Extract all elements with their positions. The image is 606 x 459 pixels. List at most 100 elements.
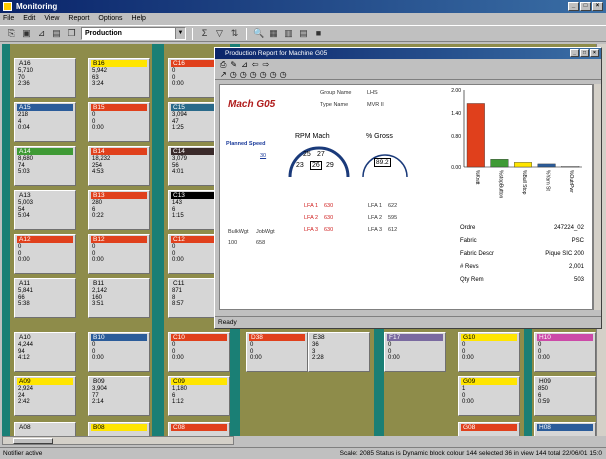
- menu-edit[interactable]: Edit: [23, 13, 35, 24]
- clock-icon-5[interactable]: ◷: [270, 69, 277, 79]
- machine-tile[interactable]: A08: [14, 422, 76, 436]
- machine-tile[interactable]: B08: [88, 422, 150, 436]
- edit-icon[interactable]: ✎: [230, 60, 237, 69]
- copy-icon[interactable]: ❐: [66, 28, 77, 39]
- machine-tile[interactable]: H08: [534, 422, 596, 436]
- machine-tile[interactable]: B09 3,904 77 2:14: [88, 376, 150, 416]
- order-field-value: 2,001: [568, 264, 584, 270]
- machine-stat: 1:12: [172, 399, 184, 405]
- machine-tile[interactable]: G09 1 0 0:00: [458, 376, 520, 416]
- machine-tile[interactable]: B13 280 6 0:22: [88, 190, 150, 230]
- report-maximize-button[interactable]: □: [580, 49, 589, 57]
- minimize-button[interactable]: _: [568, 2, 579, 11]
- machine-stat: 5:04: [18, 213, 30, 219]
- machine-tile[interactable]: A11 5,841 66 5:38: [14, 278, 76, 318]
- filter-icon[interactable]: ▽: [214, 28, 225, 39]
- clock-icon-2[interactable]: ◷: [240, 69, 247, 79]
- order-field-value: 247224_02: [553, 225, 584, 231]
- forward-icon[interactable]: ⇨: [263, 60, 270, 69]
- menu-options[interactable]: Options: [98, 13, 122, 24]
- zoom-icon[interactable]: 🔍: [253, 28, 264, 39]
- aisle: [2, 44, 10, 436]
- chevron-down-icon: ▼: [175, 28, 185, 39]
- machine-tile[interactable]: E38 36 3 2:28: [308, 332, 370, 372]
- menu-view[interactable]: View: [44, 13, 59, 24]
- machine-tile[interactable]: C09 1,180 6 1:12: [168, 376, 230, 416]
- menu-report[interactable]: Report: [68, 13, 89, 24]
- machine-tile[interactable]: B11 2,142 160 3:51: [88, 278, 150, 318]
- report-minimize-button[interactable]: _: [570, 49, 579, 57]
- clock-icon-3[interactable]: ◷: [250, 69, 257, 79]
- title-bar: Monitoring _ □ ×: [0, 0, 606, 13]
- machine-tile[interactable]: F17 0 0 0:00: [384, 332, 446, 372]
- machine-id: B13: [91, 192, 147, 199]
- chart-icon[interactable]: ⊿: [36, 28, 47, 39]
- report-close-button[interactable]: ×: [590, 49, 599, 57]
- machine-tile[interactable]: B10 0 0 0:00: [88, 332, 150, 372]
- machine-id: C10: [171, 334, 227, 341]
- machine-tile[interactable]: C10 0 0 0:00: [168, 332, 230, 372]
- sum-icon[interactable]: Σ: [199, 28, 210, 39]
- production-report-window: Production Report for Machine G05 _ □ × …: [214, 47, 602, 329]
- planned-speed-label: Planned Speed: [226, 141, 266, 147]
- open-icon[interactable]: ⎘: [6, 28, 17, 39]
- app-icon: [3, 2, 12, 11]
- lfa-actual-label: LFA 2: [368, 215, 383, 221]
- close-button[interactable]: ×: [592, 2, 603, 11]
- machine-tile[interactable]: A09 2,924 24 2:42: [14, 376, 76, 416]
- machine-tile[interactable]: A14 8,680 74 5:03: [14, 146, 76, 186]
- horizontal-scrollbar[interactable]: [2, 436, 234, 445]
- chart-icon[interactable]: ⊿: [241, 60, 248, 69]
- machine-id: H08: [537, 424, 593, 431]
- machine-tile[interactable]: A13 5,003 54 5:04: [14, 190, 76, 230]
- view-selector[interactable]: Production ▼: [81, 27, 186, 40]
- machine-tile[interactable]: D38 0 0 0:00: [246, 332, 308, 372]
- block-icon[interactable]: ■: [313, 28, 324, 39]
- back-icon[interactable]: ⇦: [252, 60, 259, 69]
- lfa-actual-value: 595: [388, 215, 398, 221]
- machine-stat: 2:28: [312, 355, 324, 361]
- print-icon[interactable]: ▤: [51, 28, 62, 39]
- window-title: Monitoring: [16, 2, 58, 11]
- machine-id: F17: [387, 334, 443, 341]
- bar: [466, 103, 485, 168]
- machine-tile[interactable]: B14 18,232 254 4:53: [88, 146, 150, 186]
- scroll-thumb[interactable]: [13, 438, 53, 444]
- report-status: Ready: [215, 316, 601, 328]
- machine-tile[interactable]: B16 5,942 63 3:24: [88, 58, 150, 98]
- order-field-label: # Revs: [460, 264, 479, 270]
- machine-tile[interactable]: B15 0 0 0:00: [88, 102, 150, 142]
- maximize-button[interactable]: □: [580, 2, 591, 11]
- report-vertical-scrollbar[interactable]: [593, 84, 601, 310]
- sort-icon[interactable]: ⇅: [229, 28, 240, 39]
- x-tick-label: %OutrPwr: [568, 170, 574, 193]
- menu-help[interactable]: Help: [132, 13, 146, 24]
- save-icon[interactable]: ▣: [21, 28, 32, 39]
- menu-file[interactable]: File: [3, 13, 14, 24]
- clock-icon-4[interactable]: ◷: [260, 69, 267, 79]
- machine-tile[interactable]: B12 0 0 0:00: [88, 234, 150, 274]
- grid-icon[interactable]: ▦: [268, 28, 279, 39]
- machine-tile[interactable]: A12 0 0 0:00: [14, 234, 76, 274]
- machine-tile[interactable]: C08: [168, 422, 230, 436]
- pointer-icon[interactable]: ↗: [220, 69, 227, 79]
- clock-icon-6[interactable]: ◷: [280, 69, 287, 79]
- machine-tile[interactable]: A15 218 4 0:04: [14, 102, 76, 142]
- job-weight-value: 658: [256, 240, 266, 246]
- print-icon[interactable]: ⎙: [220, 60, 226, 69]
- layout-icon[interactable]: ▥: [283, 28, 294, 39]
- machine-tile[interactable]: G10 0 0 0:00: [458, 332, 520, 372]
- clock-icon-1[interactable]: ◷: [230, 69, 237, 79]
- rpm-current: 26: [310, 161, 322, 170]
- machine-tile[interactable]: G08: [458, 422, 520, 436]
- machine-tile[interactable]: A16 5,710 70 2:36: [14, 58, 76, 98]
- toolbar-separator: [246, 27, 247, 40]
- machine-tile[interactable]: H09 850 6 0:59: [534, 376, 596, 416]
- machine-id: A11: [17, 280, 73, 287]
- lfa-set-label: LFA 2: [304, 215, 319, 221]
- machine-id: A13: [17, 192, 73, 199]
- tile-icon[interactable]: ▤: [298, 28, 309, 39]
- machine-tile[interactable]: H10 0 0 0:00: [534, 332, 596, 372]
- machine-stat: 0:00: [462, 355, 474, 361]
- machine-tile[interactable]: A10 4,244 94 4:12: [14, 332, 76, 372]
